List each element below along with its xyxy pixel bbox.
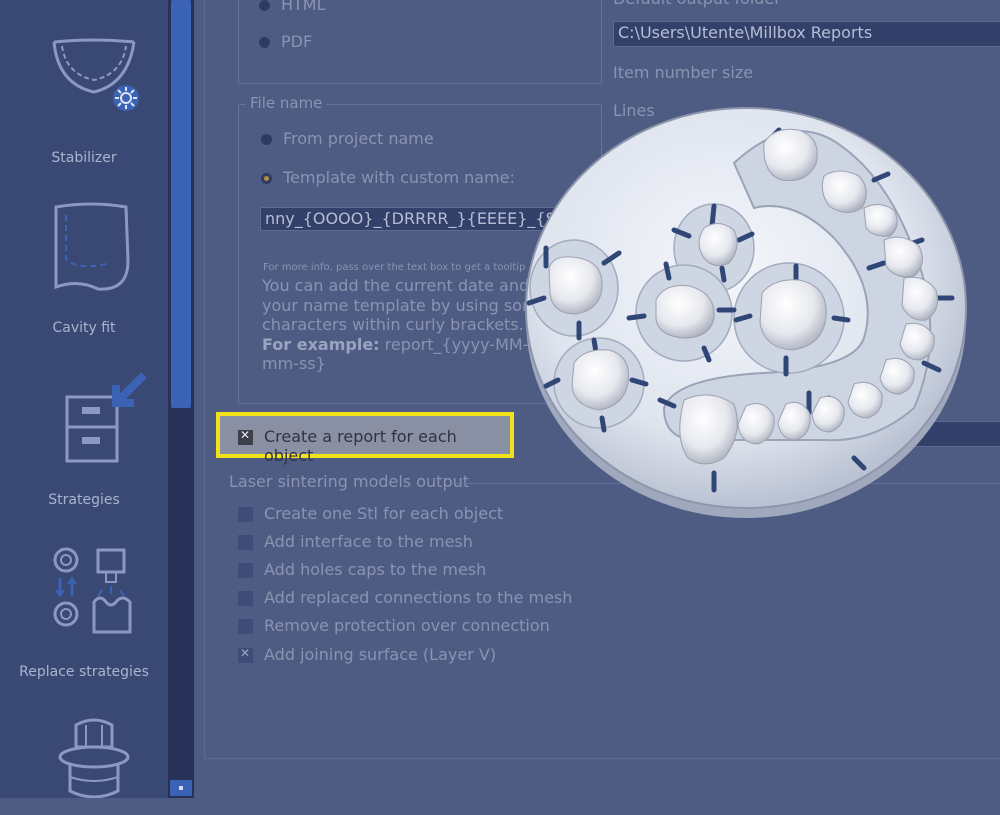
strategies-icon (65, 372, 146, 463)
checkbox[interactable] (238, 535, 253, 550)
checkbox-label: Add joining surface (Layer V) (264, 645, 497, 664)
cavity-fit-icon (54, 202, 130, 291)
window-bottom-strip (0, 798, 1000, 815)
add-interface-checkbox[interactable]: Add interface to the mesh (238, 532, 473, 551)
add-holes-caps-checkbox[interactable]: Add holes caps to the mesh (238, 560, 487, 579)
scroll-arrow-icon (179, 786, 183, 790)
stabilizer-icon (52, 38, 139, 111)
checkbox-label: Add interface to the mesh (264, 532, 473, 551)
template-custom-name-radio[interactable]: Template with custom name: (261, 168, 515, 187)
radio-label: From project name (283, 129, 434, 148)
example-line: For example: report_{yyyy-MM-dd (262, 335, 562, 355)
checkbox[interactable] (238, 619, 253, 634)
radio-label: PDF (281, 32, 313, 51)
implant-icon (58, 718, 130, 798)
sidebar-item-stabilizer[interactable]: Stabilizer (0, 30, 168, 170)
help-line: your name template by using some (262, 295, 548, 315)
milling-disc-illustration (525, 107, 967, 518)
sidebar-item-replace-strategies[interactable]: Replace strategies (0, 540, 168, 690)
output-folder-input[interactable]: C:\Users\Utente\Millbox Reports (613, 21, 1000, 47)
sidebar-item-label: Strategies (48, 492, 120, 508)
help-line: characters within curly brackets. (262, 315, 524, 334)
example-label: For example: (262, 334, 380, 354)
checkbox-checked[interactable] (238, 428, 253, 445)
format-radio-html[interactable]: HTML (259, 0, 326, 14)
add-joining-surface-checkbox[interactable]: Add joining surface (Layer V) (238, 645, 497, 664)
checkbox-label: Remove protection over connection (264, 616, 550, 635)
help-line: mm-ss} (262, 354, 326, 373)
template-help-text: You can add the current date and your na… (262, 276, 562, 374)
output-folder-label: Default output folder (613, 0, 781, 8)
radio-label: Template with custom name: (283, 168, 515, 187)
checkbox-checked[interactable] (238, 646, 253, 663)
checkbox[interactable] (238, 563, 253, 578)
checkbox-label: Create a report for each object (264, 427, 457, 465)
radio-button[interactable] (259, 0, 270, 11)
checkbox-label: Add holes caps to the mesh (264, 560, 487, 579)
create-report-each-object-checkbox[interactable]: Create a report for each object (216, 412, 514, 465)
sidebar-item-label: Stabilizer (51, 150, 117, 166)
checkbox[interactable] (238, 507, 253, 522)
checkbox-label: Add replaced connections to the mesh (264, 588, 573, 607)
file-name-group-title: File name (246, 94, 327, 112)
radio-button[interactable] (259, 37, 270, 48)
remove-protection-checkbox[interactable]: Remove protection over connection (238, 616, 550, 635)
help-line: You can add the current date and (262, 276, 530, 295)
format-radio-pdf[interactable]: PDF (259, 32, 313, 51)
laser-sintering-group-title: Laser sintering models output (229, 472, 470, 491)
main-panel-border (204, 758, 1000, 759)
checkbox-label: Create one Stl for each object (264, 504, 504, 523)
tooltip-hint: For more info, pass over the text box to… (263, 262, 526, 273)
radio-button[interactable] (261, 134, 272, 145)
sidebar-scrollbar-thumb[interactable] (171, 0, 191, 408)
radio-button-selected[interactable] (261, 173, 272, 184)
replace-strategies-icon (53, 547, 132, 634)
create-one-stl-checkbox[interactable]: Create one Stl for each object (238, 504, 504, 523)
radio-label: HTML (281, 0, 326, 14)
checkbox[interactable] (238, 591, 253, 606)
sidebar-item-label: Cavity fit (52, 320, 116, 336)
sidebar-item-implant[interactable] (0, 705, 168, 798)
scroll-down-button[interactable] (170, 780, 192, 796)
sidebar-item-label: Replace strategies (19, 664, 149, 680)
add-replaced-connections-checkbox[interactable]: Add replaced connections to the mesh (238, 588, 573, 607)
sidebar-item-strategies[interactable]: Strategies (0, 365, 168, 515)
item-number-size-label: Item number size (613, 63, 754, 82)
main-panel-border (204, 0, 205, 759)
sidebar-item-cavity-fit[interactable]: Cavity fit (0, 195, 168, 345)
from-project-name-radio[interactable]: From project name (261, 129, 434, 148)
